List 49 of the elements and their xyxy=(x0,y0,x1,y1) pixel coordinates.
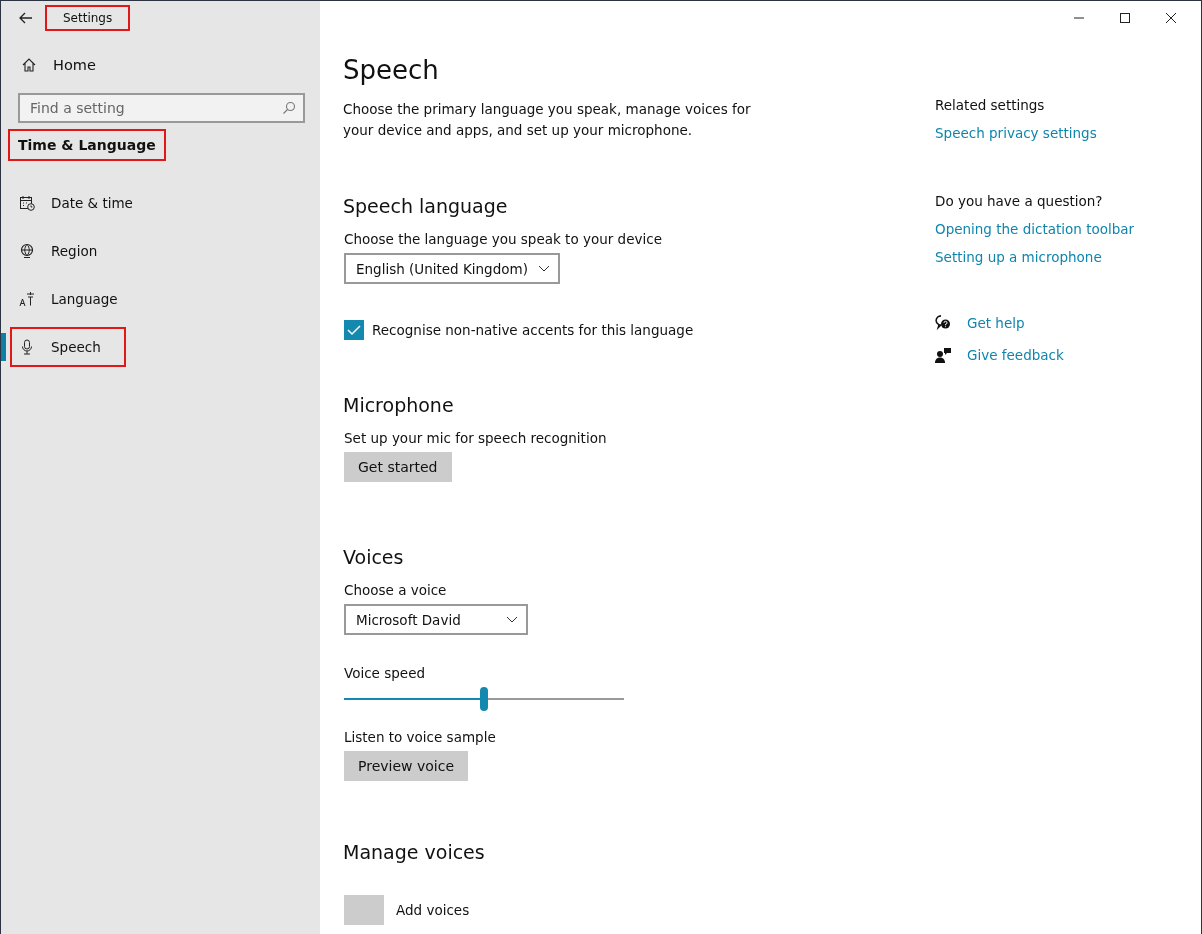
search-field[interactable]: Find a setting xyxy=(18,93,305,123)
add-tile[interactable] xyxy=(344,895,384,925)
add-voices-link[interactable]: Add voices xyxy=(396,902,470,918)
section-heading: Speech language xyxy=(343,195,509,217)
field-label: Choose the language you speak to your device xyxy=(344,231,663,247)
chevron-down-icon xyxy=(506,615,518,624)
language-dropdown[interactable]: English (United Kingdom) xyxy=(344,253,560,284)
page-title: Speech xyxy=(343,55,440,85)
window-title: Settings xyxy=(45,5,131,31)
section-heading: Voices xyxy=(343,546,405,568)
maximize-icon[interactable] xyxy=(1119,12,1131,24)
field-label: Voice speed xyxy=(344,665,426,681)
category-heading: Time & Language xyxy=(8,129,166,161)
help-link[interactable]: Give feedback xyxy=(967,341,1064,369)
person-feedback-icon xyxy=(935,347,951,363)
slider-thumb[interactable] xyxy=(480,687,488,711)
field-label: Choose a voice xyxy=(344,582,448,598)
nav-item[interactable]: Region xyxy=(10,231,126,271)
help-link[interactable]: Get help xyxy=(967,309,1025,337)
section-heading: Manage voices xyxy=(343,841,486,863)
checkbox[interactable] xyxy=(344,320,364,340)
microphone-icon xyxy=(19,339,35,355)
help-link[interactable]: Setting up a microphone xyxy=(935,243,1102,271)
language-icon xyxy=(19,291,35,307)
related-heading: Related settings xyxy=(935,97,1045,113)
related-link[interactable]: Speech privacy settings xyxy=(935,119,1097,147)
nav-item[interactable]: Speech xyxy=(10,327,126,367)
globe-icon xyxy=(19,243,35,259)
calendar-clock-icon xyxy=(19,195,35,211)
home-icon xyxy=(21,57,37,73)
checkbox-label: Recognise non-native accents for this language xyxy=(372,322,694,338)
nav-item[interactable]: Date & time xyxy=(10,183,149,223)
help-link[interactable]: Opening the dictation toolbar xyxy=(935,215,1135,243)
chat-question-icon xyxy=(935,315,951,331)
field-label: Set up your mic for speech recognition xyxy=(344,430,608,446)
home-nav-item[interactable]: Home xyxy=(1,41,320,89)
get-started-button[interactable]: Get started xyxy=(344,452,452,482)
section-heading: Microphone xyxy=(343,394,455,416)
question-heading: Do you have a question? xyxy=(935,193,1103,209)
voice-dropdown[interactable]: Microsoft David xyxy=(344,604,528,635)
back-arrow-icon[interactable] xyxy=(19,12,33,24)
close-icon[interactable] xyxy=(1165,12,1177,24)
voice-speed-slider[interactable] xyxy=(344,687,624,711)
preview-voice-button[interactable]: Preview voice xyxy=(344,751,468,781)
intro-text: Choose the primary language you speak, manage voices for your device and apps, and set up your microphone. xyxy=(343,100,752,140)
field-label: Listen to voice sample xyxy=(344,729,497,745)
chevron-down-icon xyxy=(537,264,550,273)
nav-item[interactable]: Language xyxy=(10,279,134,319)
search-icon xyxy=(282,101,296,115)
